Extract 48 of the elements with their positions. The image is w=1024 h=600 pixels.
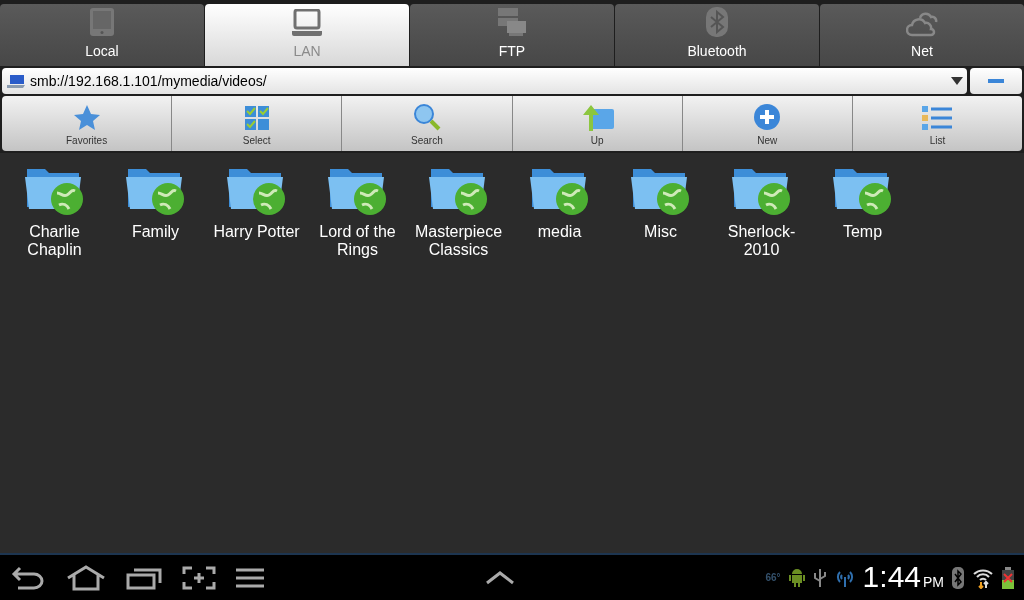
usb-icon [812,567,827,588]
battery-icon [1002,566,1014,589]
tab[interactable]: FTP [410,4,614,66]
folder-item[interactable]: media [509,161,610,241]
laptop-icon [292,9,322,37]
list-icon [922,105,953,131]
wifi-icon [972,566,994,589]
checkbox-grid-icon [243,105,270,131]
toolbar-button[interactable]: Favorites [2,96,172,151]
path-text: smb://192.168.1.101/mymedia/videos/ [30,71,268,91]
folder-item[interactable]: Misc [610,161,711,241]
folder-item[interactable]: Charlie Chaplin [4,161,105,259]
server-icon [497,7,527,37]
dropdown-caret-icon[interactable] [951,77,963,85]
back-icon[interactable] [10,565,46,590]
toolbar-button[interactable]: List [851,96,1022,151]
tab[interactable]: Local [0,4,204,66]
toolbar-button[interactable]: Select [171,96,342,151]
clock-ampm: PM [923,573,944,592]
collapse-button[interactable] [970,68,1022,94]
toolbar-button[interactable]: Search [341,96,512,151]
folder-item[interactable]: Harry Potter [206,161,307,241]
bluetooth-icon [706,7,728,37]
android-icon [788,567,805,588]
folder-item[interactable]: Family [105,161,206,241]
antenna-icon [834,568,855,587]
minus-icon [988,79,1004,83]
tab[interactable]: Net [820,4,1024,66]
toolbar-button[interactable]: New [681,96,852,151]
search-icon [412,103,441,131]
folder-item[interactable]: Temp [812,161,913,241]
temperature-text: 66° [765,571,781,585]
clock-time: 1:44 [862,562,921,592]
home-icon[interactable] [66,564,106,591]
toolbar-button[interactable]: Up [511,96,682,151]
menu-icon[interactable] [236,567,264,588]
chevron-up-icon[interactable] [484,570,515,585]
folder-item[interactable]: Masterpiece Classics [408,161,509,259]
screenshot-icon[interactable] [182,565,216,590]
tablet-icon [89,7,115,37]
star-icon [72,104,101,131]
tab[interactable]: Bluetooth [615,4,819,66]
bluetooth-icon [952,566,964,589]
folder-item[interactable]: Lord of the Rings [307,161,408,259]
plus-circle-icon [753,103,782,131]
path-field[interactable]: smb://192.168.1.101/mymedia/videos/ [2,68,967,94]
laptop-icon [6,74,26,88]
folder-item[interactable]: Sherlock-2010 [711,161,812,259]
